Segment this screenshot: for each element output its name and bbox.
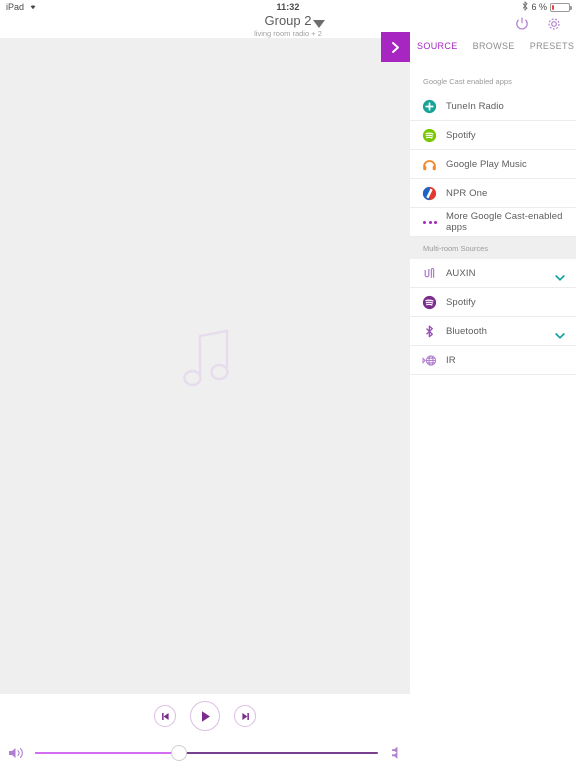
source-item-bluetooth[interactable]: Bluetooth [410,317,576,346]
volume-thumb[interactable] [171,744,188,761]
source-panel-header: SOURCE BROWSE PRESETS [381,32,576,70]
status-bar-time: 11:32 [276,2,300,12]
tunein-icon [422,99,437,114]
expand-panel-button[interactable] [381,32,410,62]
source-item-label: Google Play Music [446,158,527,170]
section-header-google-cast: Google Cast enabled apps [410,70,576,92]
chevron-down-icon[interactable] [555,327,565,339]
gear-icon[interactable] [546,16,562,32]
source-item-label: TuneIn Radio [446,100,504,112]
source-item-more-cast-apps[interactable]: More Google Cast-enabled apps [410,208,576,237]
npr-one-icon [422,186,437,201]
source-item-label: Spotify [446,129,476,141]
spotify-icon [422,128,437,143]
next-track-button[interactable] [234,705,256,727]
volume-fill [35,751,180,754]
source-item-label: More Google Cast-enabled apps [446,211,563,233]
tab-source[interactable]: SOURCE [417,41,458,51]
battery-icon [550,2,572,12]
source-item-label: IR [446,354,456,366]
chevron-down-icon[interactable] [555,269,565,281]
source-item-auxin[interactable]: AUXIN [410,259,576,288]
headphones-icon [422,157,437,172]
source-item-label: NPR One [446,187,488,199]
source-item-spotify-multiroom[interactable]: Spotify [410,288,576,317]
speaker-low-icon[interactable] [8,745,25,761]
source-item-label: AUXIN [446,267,476,279]
previous-track-button[interactable] [154,705,176,727]
spotify-icon [422,295,437,310]
volume-slider[interactable] [35,744,378,761]
volume-bar [0,738,410,768]
status-bar-right: 6 % [522,0,572,13]
section-header-multi-room: Multi-room Sources [410,237,576,259]
source-item-npr-one[interactable]: NPR One [410,179,576,208]
bluetooth-icon [422,324,437,339]
music-note-icon [178,328,238,396]
source-item-spotify-cast[interactable]: Spotify [410,121,576,150]
ios-status-bar: iPad 11:32 6 % [0,0,576,14]
source-panel: SOURCE BROWSE PRESETS Google Cast enable… [381,32,576,768]
navbar-actions [514,16,562,32]
source-item-tunein-radio[interactable]: TuneIn Radio [410,92,576,121]
ir-icon [422,353,437,368]
transport-controls [0,694,410,738]
group-selector[interactable]: Group 2 living room radio + 2 [0,14,576,39]
source-panel-tabs: SOURCE BROWSE PRESETS [417,41,574,51]
navigation-bar: Group 2 living room radio + 2 [0,14,576,38]
speaker-high-icon[interactable] [385,745,401,761]
aux-in-icon [422,266,437,281]
caret-down-icon[interactable] [313,20,325,28]
app-root: iPad 11:32 6 % Group 2 living room radio… [0,0,576,768]
tab-browse[interactable]: BROWSE [473,41,515,51]
battery-percent-label: 6 % [531,2,547,12]
power-icon[interactable] [514,16,530,32]
bluetooth-icon [522,0,529,13]
play-button[interactable] [190,701,220,731]
now-playing-pane [0,38,410,694]
source-item-google-play-music[interactable]: Google Play Music [410,150,576,179]
source-item-label: Bluetooth [446,325,488,337]
source-item-ir[interactable]: IR [410,346,576,375]
source-item-label: Spotify [446,296,476,308]
page-title: Group 2 [264,13,312,28]
tab-presets[interactable]: PRESETS [530,41,574,51]
more-dots-icon [423,220,437,224]
